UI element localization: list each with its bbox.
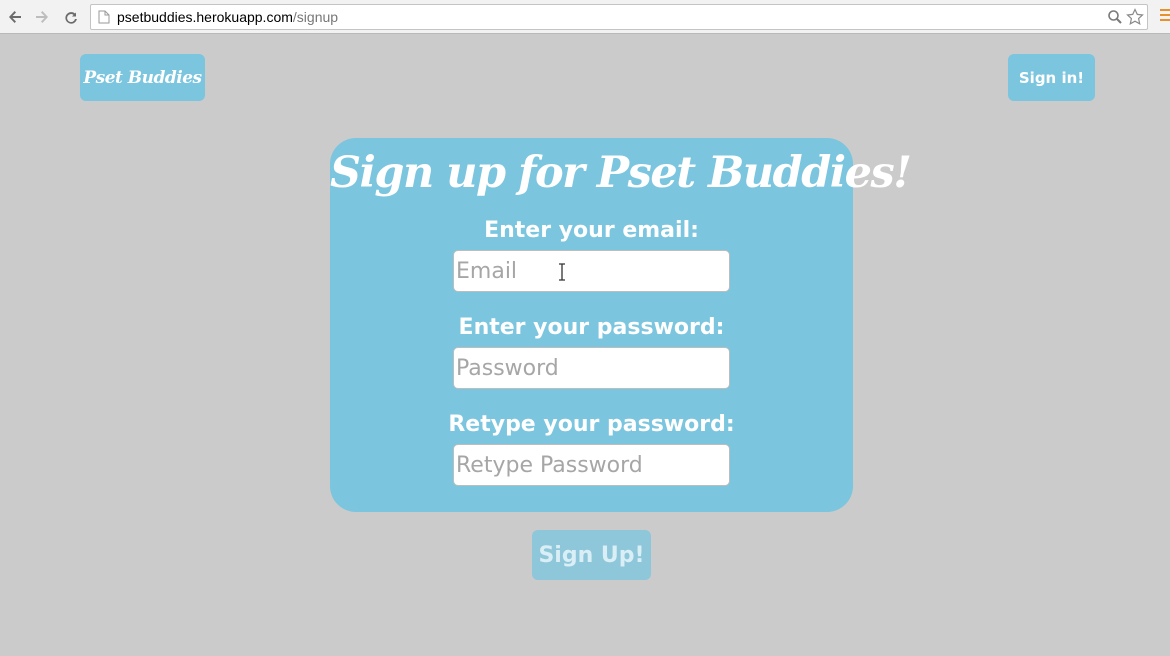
email-field[interactable] [453, 250, 730, 292]
reload-button[interactable] [60, 6, 82, 28]
back-button[interactable] [4, 6, 26, 28]
address-bar[interactable]: psetbuddies.herokuapp.com/signup [90, 4, 1148, 30]
sign-in-button[interactable]: Sign in! [1008, 54, 1095, 101]
password-label: Enter your password: [458, 315, 725, 340]
star-icon[interactable] [1126, 8, 1144, 26]
menu-icon[interactable] [1160, 9, 1170, 25]
url-text: psetbuddies.herokuapp.com/signup [117, 9, 338, 25]
page-title: Sign up for Pset Buddies! [330, 148, 912, 198]
retype-password-field[interactable] [453, 444, 730, 486]
forward-icon [36, 11, 48, 23]
url-host: psetbuddies.herokuapp.com [117, 9, 293, 25]
password-field[interactable] [453, 347, 730, 389]
back-icon [9, 11, 21, 23]
logo-button[interactable]: Pset Buddies [80, 54, 205, 101]
page-icon [98, 10, 110, 24]
email-label: Enter your email: [484, 218, 699, 243]
retype-password-label: Retype your password: [448, 412, 735, 437]
sign-up-button[interactable]: Sign Up! [532, 530, 651, 580]
url-path: /signup [292, 9, 339, 25]
zoom-icon[interactable] [1107, 9, 1123, 25]
signup-card: Sign up for Pset Buddies! Enter your ema… [330, 138, 912, 512]
forward-button[interactable] [31, 6, 53, 28]
browser-toolbar: psetbuddies.herokuapp.com/signup [0, 0, 1170, 34]
reload-icon [65, 12, 77, 24]
text-cursor-icon [559, 263, 565, 281]
